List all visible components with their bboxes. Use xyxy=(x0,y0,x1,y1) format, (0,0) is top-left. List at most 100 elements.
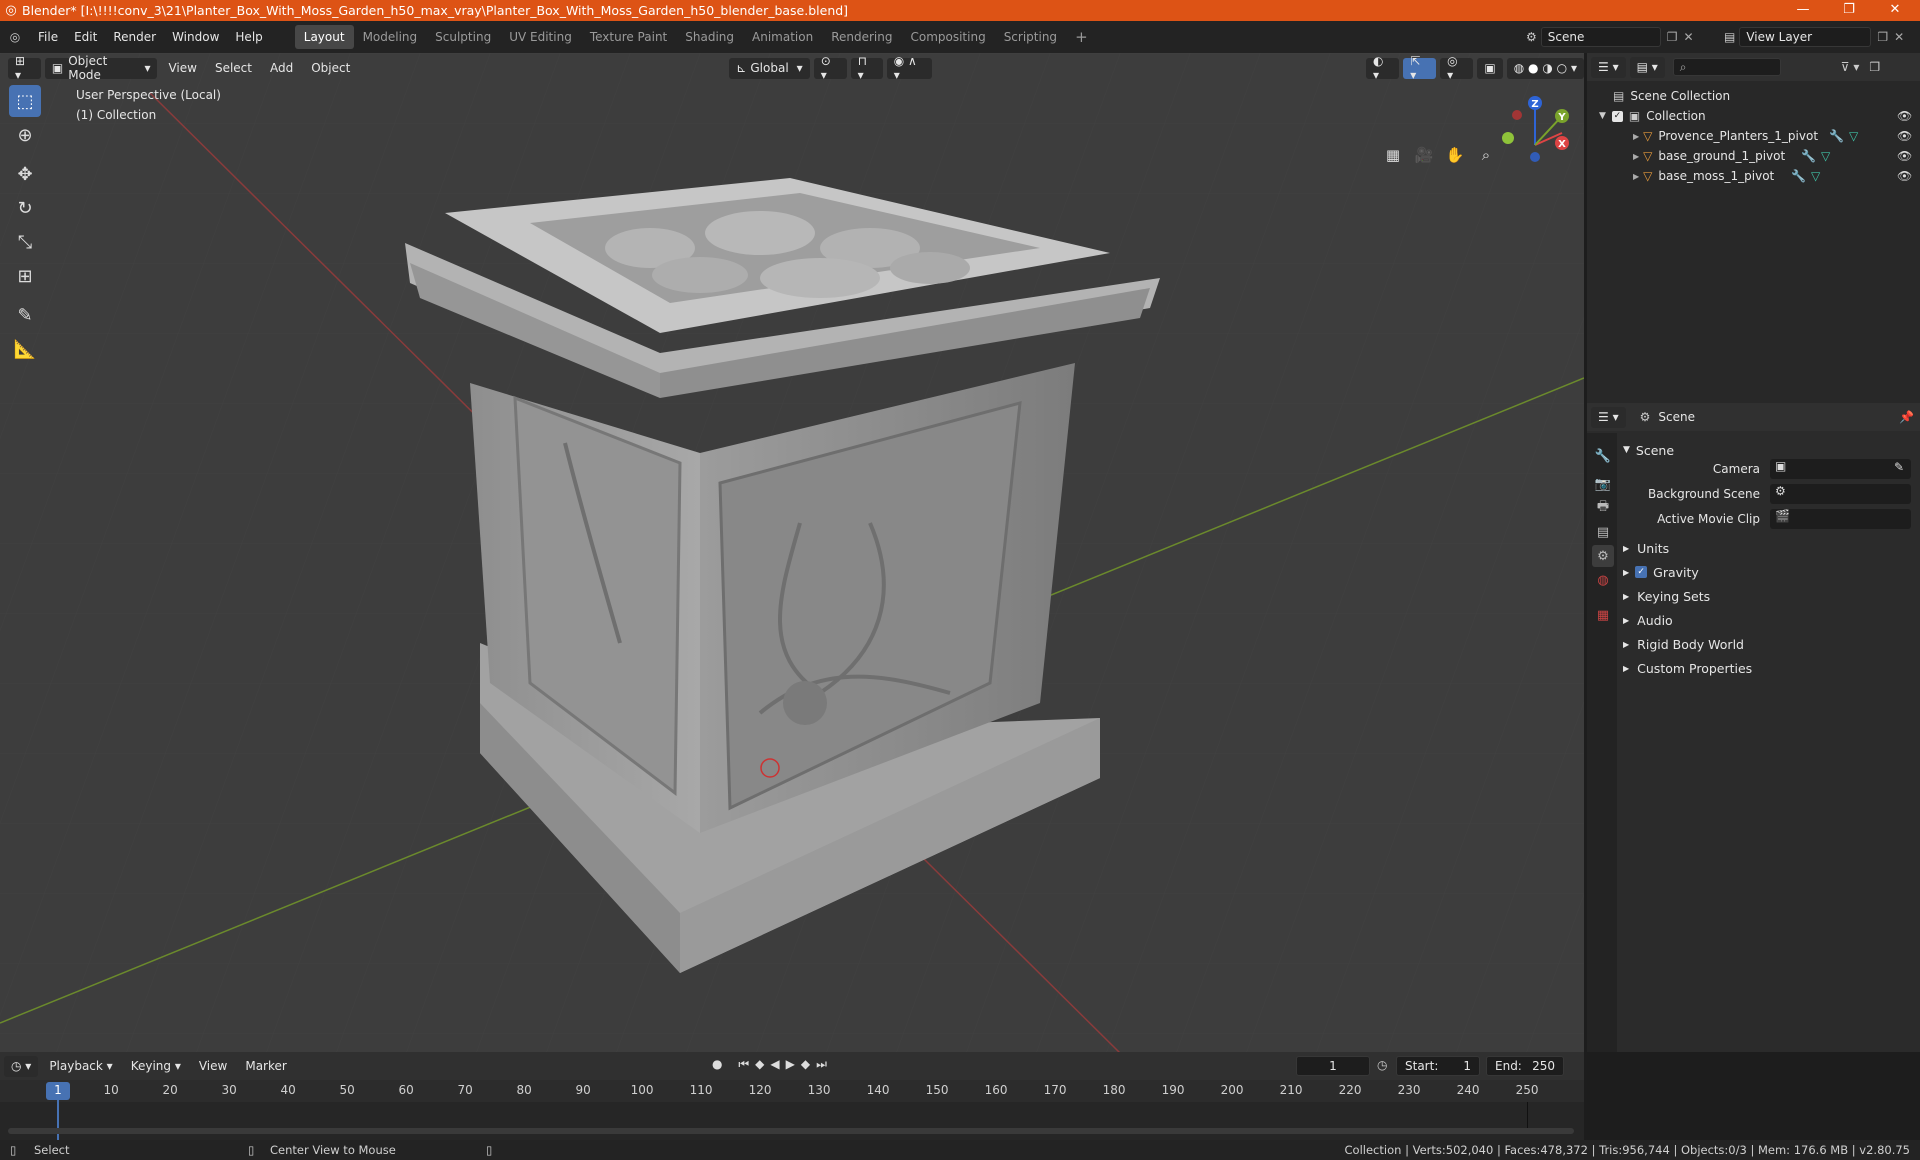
xray-icon[interactable]: ▣ xyxy=(1477,57,1503,79)
scene-properties-icon[interactable]: ⚙ xyxy=(1592,545,1614,567)
pan-view-icon[interactable]: ✋ xyxy=(1441,141,1469,169)
transform-orientation[interactable]: ⊾ Global ▾ xyxy=(729,57,810,79)
filter-icon[interactable]: ⊽ ▾ xyxy=(1841,60,1860,74)
snap-icon[interactable]: ⊓ ▾ xyxy=(850,54,883,82)
outliner-object-row[interactable]: ▶ ▽ base_ground_1_pivot 🔧 ▽ 👁 xyxy=(1587,146,1920,166)
eye-icon[interactable]: 👁 xyxy=(1897,169,1912,183)
expand-right-icon[interactable]: ▶ xyxy=(1633,132,1639,141)
solid-shading-icon[interactable]: ● xyxy=(1528,61,1538,75)
tab-layout[interactable]: Layout xyxy=(294,25,354,49)
camera-view-icon[interactable]: 🎥 xyxy=(1410,141,1438,169)
menu-playback[interactable]: Playback ▾ xyxy=(42,1056,119,1077)
menu-edit[interactable]: Edit xyxy=(66,30,105,44)
rendered-shading-icon[interactable]: ○ xyxy=(1557,61,1567,75)
eye-icon[interactable]: 👁 xyxy=(1897,149,1912,163)
record-icon[interactable]: ● xyxy=(712,1057,728,1071)
tab-rendering[interactable]: Rendering xyxy=(822,25,901,49)
active-movie-clip-field[interactable]: 🎬 xyxy=(1770,509,1911,529)
texture-properties-icon[interactable]: ▦ xyxy=(1592,604,1614,626)
scene-section-header[interactable]: ▼ Scene xyxy=(1623,439,1915,461)
tab-uv-editing[interactable]: UV Editing xyxy=(500,25,581,49)
new-scene-icon[interactable]: ❐ xyxy=(1667,30,1678,44)
background-scene-field[interactable]: ⚙ xyxy=(1770,484,1911,504)
menu-add[interactable]: Add xyxy=(263,58,300,79)
gravity-checkbox[interactable]: ✓ xyxy=(1635,566,1648,578)
play-reverse-icon[interactable]: ◀ xyxy=(770,1057,785,1071)
restore-icon[interactable]: ❐ xyxy=(1826,0,1872,21)
scale-tool-icon[interactable]: ⤡ xyxy=(9,226,41,258)
mesh-data-icon[interactable]: ▽ xyxy=(1821,149,1830,163)
annotate-tool-icon[interactable]: ✎ xyxy=(9,299,41,331)
move-tool-icon[interactable]: ✥ xyxy=(9,158,41,190)
outliner-search-input[interactable]: ⌕ xyxy=(1672,58,1781,76)
display-mode-icon[interactable]: ▤ ▾ xyxy=(1629,56,1665,78)
add-workspace-icon[interactable]: + xyxy=(1066,23,1097,51)
eye-icon[interactable]: 👁 xyxy=(1897,129,1912,143)
timeline-editor-type-icon[interactable]: ◷ ▾ xyxy=(4,1055,39,1077)
jump-start-icon[interactable]: ⏮ xyxy=(738,1057,755,1071)
modifier-icon[interactable]: 🔧 xyxy=(1791,169,1806,183)
view-layer-field[interactable]: View Layer xyxy=(1739,27,1872,47)
eye-icon[interactable]: 👁 xyxy=(1897,109,1912,123)
pivot-point-icon[interactable]: ⊙ ▾ xyxy=(813,54,847,82)
jump-end-icon[interactable]: ⏭ xyxy=(816,1057,833,1071)
neg-z-axis-icon[interactable] xyxy=(1530,152,1540,162)
tab-compositing[interactable]: Compositing xyxy=(901,25,994,49)
outliner-editor-type-icon[interactable]: ☰ ▾ xyxy=(1591,56,1626,78)
menu-help[interactable]: Help xyxy=(227,30,270,44)
scene-selector[interactable]: ⚙ Scene ❐ ✕ xyxy=(1526,27,1694,47)
3d-viewport[interactable]: ⊞ ▾ ▣ Object Mode ▾ View Select Add Object… xyxy=(0,53,1584,1052)
timeline-scrollbar[interactable] xyxy=(8,1128,1574,1134)
new-collection-icon[interactable]: ❐ xyxy=(1869,60,1880,74)
stopwatch-icon[interactable]: ◷ xyxy=(1377,1058,1387,1072)
mesh-data-icon[interactable]: ▽ xyxy=(1811,169,1820,183)
audio-section[interactable]: ▶ Audio xyxy=(1623,609,1915,631)
gizmo-toggle-icon[interactable]: ⇱ ▾ xyxy=(1403,54,1437,82)
close-icon[interactable]: ✕ xyxy=(1872,0,1918,21)
collection-checkbox[interactable]: ✓ xyxy=(1611,110,1623,122)
rotate-tool-icon[interactable]: ↻ xyxy=(9,192,41,224)
mode-selector[interactable]: ▣ Object Mode ▾ xyxy=(44,54,158,82)
camera-field[interactable]: ▣ ✎ xyxy=(1770,459,1911,479)
overlay-toggle-icon[interactable]: ◎ ▾ xyxy=(1440,54,1474,82)
visibility-icon[interactable]: ◐ ▾ xyxy=(1365,54,1400,82)
tab-scripting[interactable]: Scripting xyxy=(995,25,1066,49)
tab-animation[interactable]: Animation xyxy=(743,25,822,49)
mesh-data-icon[interactable]: ▽ xyxy=(1849,129,1858,143)
transform-tool-icon[interactable]: ⊞ xyxy=(9,260,41,292)
proportional-edit-icon[interactable]: ◉ ∧ ▾ xyxy=(886,54,932,82)
scene-field[interactable]: Scene xyxy=(1540,27,1661,47)
neg-x-axis-icon[interactable] xyxy=(1512,110,1522,120)
modifier-icon[interactable]: 🔧 xyxy=(1801,149,1816,163)
tab-shading[interactable]: Shading xyxy=(676,25,743,49)
outliner-object-row[interactable]: ▶ ▽ base_moss_1_pivot 🔧 ▽ 👁 xyxy=(1587,166,1920,186)
material-shading-icon[interactable]: ◑ xyxy=(1542,61,1552,75)
rigid-body-world-section[interactable]: ▶ Rigid Body World xyxy=(1623,633,1915,655)
delete-scene-icon[interactable]: ✕ xyxy=(1684,30,1694,44)
view-layer-selector[interactable]: ▤ View Layer ❐ ✕ xyxy=(1724,27,1904,47)
menu-window[interactable]: Window xyxy=(164,30,227,44)
menu-keying[interactable]: Keying ▾ xyxy=(124,1056,188,1077)
jump-keyframe-back-icon[interactable]: ◆ xyxy=(755,1057,770,1071)
navigation-gizmo[interactable]: Z Y X xyxy=(1495,85,1575,165)
gravity-section[interactable]: ▶ ✓ Gravity xyxy=(1623,561,1915,583)
keying-sets-section[interactable]: ▶ Keying Sets xyxy=(1623,585,1915,607)
jump-keyframe-forward-icon[interactable]: ◆ xyxy=(801,1057,816,1071)
modifier-icon[interactable]: 🔧 xyxy=(1829,129,1844,143)
blender-menu-icon[interactable]: ◎ xyxy=(0,30,30,44)
outliner-object-row[interactable]: ▶ ▽ Provence_Planters_1_pivot 🔧 ▽ 👁 xyxy=(1587,126,1920,146)
expand-right-icon[interactable]: ▶ xyxy=(1633,152,1639,161)
tab-texture-paint[interactable]: Texture Paint xyxy=(581,25,676,49)
menu-select[interactable]: Select xyxy=(208,58,259,79)
tab-modeling[interactable]: Modeling xyxy=(354,25,427,49)
minimize-icon[interactable]: — xyxy=(1780,0,1826,21)
play-icon[interactable]: ▶ xyxy=(786,1057,801,1071)
eyedropper-icon[interactable]: ✎ xyxy=(1894,460,1904,474)
current-frame-field[interactable]: 1 xyxy=(1296,1056,1370,1076)
cursor-tool-icon[interactable]: ⊕ xyxy=(9,119,41,151)
new-view-layer-icon[interactable]: ❐ xyxy=(1877,30,1888,44)
menu-view[interactable]: View xyxy=(192,1056,234,1077)
outliner-collection[interactable]: ▼ ✓ ▣ Collection 👁 xyxy=(1587,106,1920,126)
properties-editor-type-icon[interactable]: ☰ ▾ xyxy=(1591,406,1626,428)
menu-view[interactable]: View xyxy=(161,58,203,79)
